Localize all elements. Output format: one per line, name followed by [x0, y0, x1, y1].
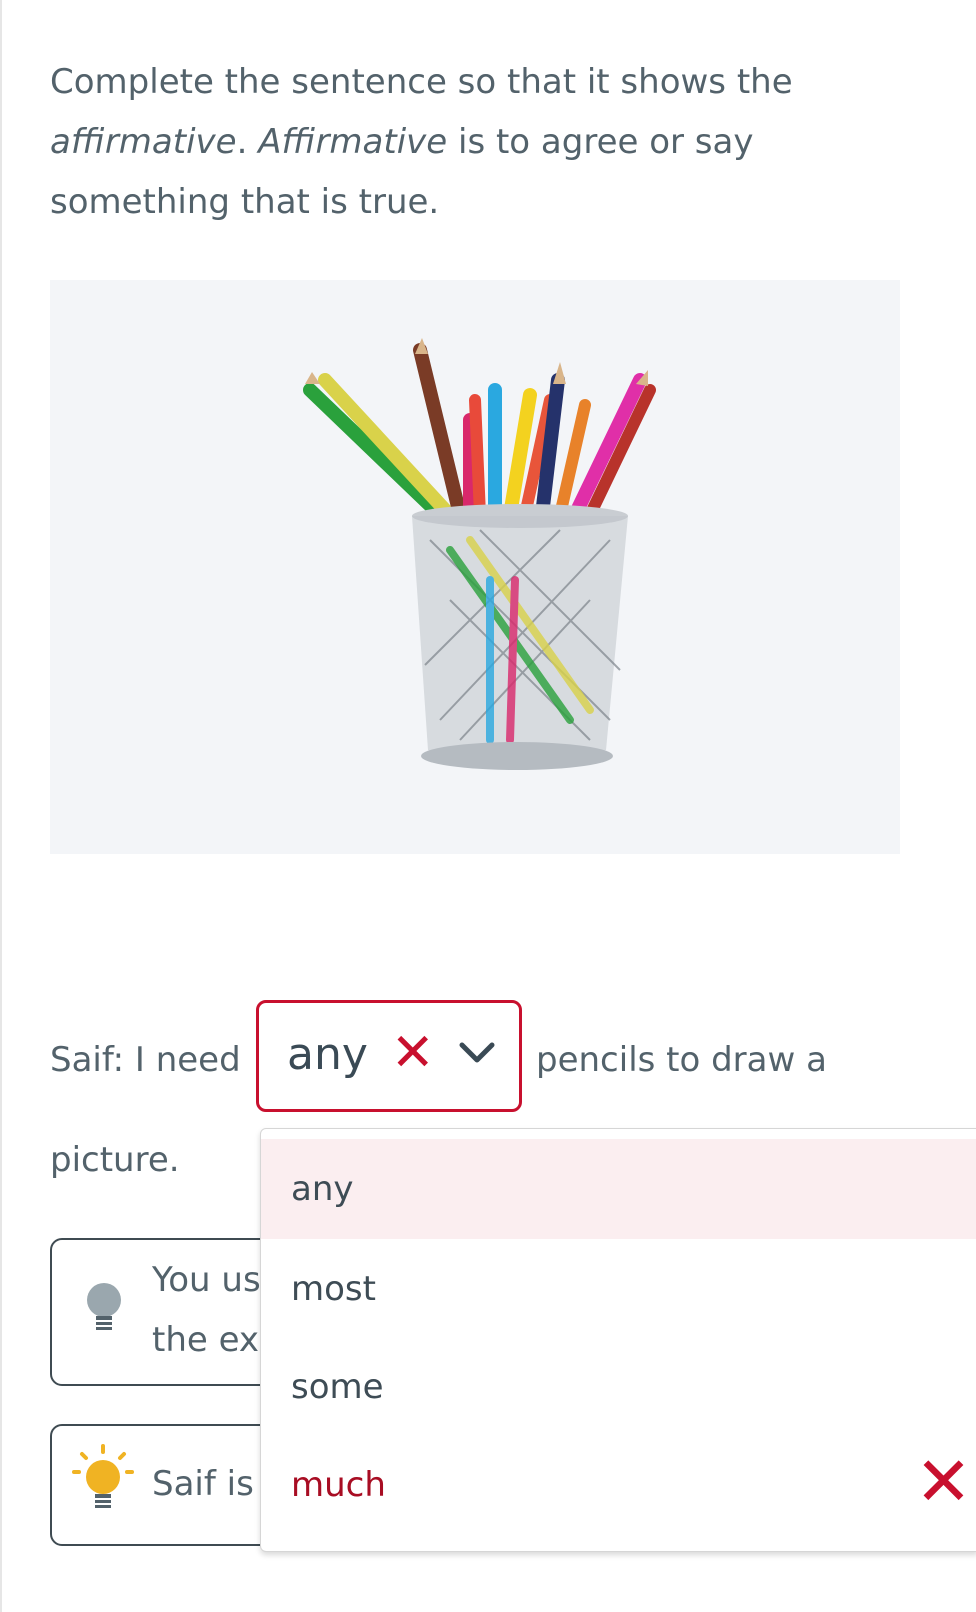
- pencil-cup-photo: [50, 280, 900, 854]
- x-icon: ✕: [391, 1023, 435, 1083]
- page-left-border: [0, 0, 2, 1612]
- lightbulb-on-icon: [70, 1444, 136, 1518]
- chevron-down-icon[interactable]: [459, 1041, 495, 1069]
- feedback-text-line-1: Saif is: [152, 1464, 254, 1504]
- option-most[interactable]: most: [261, 1239, 976, 1339]
- instructions-italic-affirmative-2: Affirmative: [258, 122, 448, 162]
- option-some[interactable]: some: [261, 1337, 976, 1437]
- sentence-line-2: picture.: [50, 1140, 180, 1180]
- instructions-italic-affirmative: affirmative: [50, 122, 237, 162]
- sentence-end: pencils to draw a: [536, 1040, 827, 1080]
- option-any[interactable]: any: [261, 1139, 976, 1239]
- lightbulb-off-icon: [84, 1282, 124, 1340]
- question-instructions: Complete the sentence so that it shows t…: [50, 52, 930, 232]
- instructions-text-2: .: [236, 122, 259, 162]
- hint-text-line-2: the ex: [152, 1320, 260, 1360]
- sentence-start: Saif: I need: [50, 1040, 241, 1080]
- dropdown-menu: any most some much ✕: [260, 1128, 976, 1552]
- option-label: any: [291, 1169, 354, 1209]
- option-label: some: [291, 1367, 384, 1407]
- answer-dropdown[interactable]: any ✕: [256, 1000, 522, 1112]
- option-much[interactable]: much ✕: [261, 1435, 976, 1535]
- option-label: most: [291, 1269, 376, 1309]
- x-icon: ✕: [915, 1443, 972, 1522]
- instructions-text-1: Complete the sentence so that it shows t…: [50, 62, 793, 102]
- option-label: much: [291, 1465, 386, 1505]
- dropdown-selected-value: any: [287, 1029, 368, 1080]
- hint-text-line-1: You us: [152, 1260, 261, 1300]
